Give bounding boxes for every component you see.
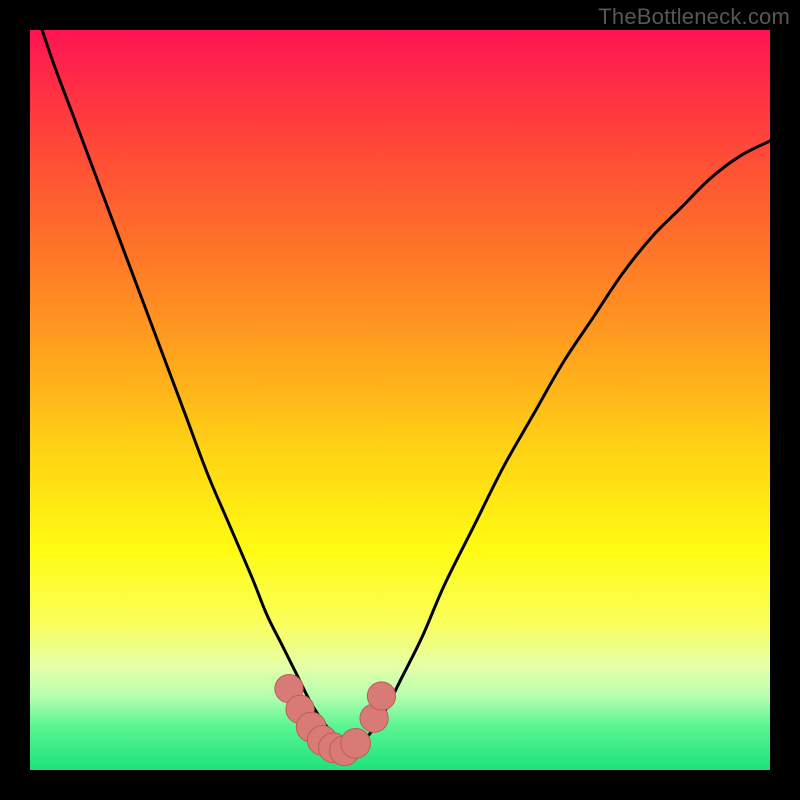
chart-frame: TheBottleneck.com bbox=[0, 0, 800, 800]
watermark-text: TheBottleneck.com bbox=[598, 4, 790, 30]
gradient-background bbox=[30, 30, 770, 770]
curve-marker bbox=[367, 682, 395, 710]
bottleneck-plot bbox=[30, 30, 770, 770]
curve-marker bbox=[341, 728, 371, 758]
